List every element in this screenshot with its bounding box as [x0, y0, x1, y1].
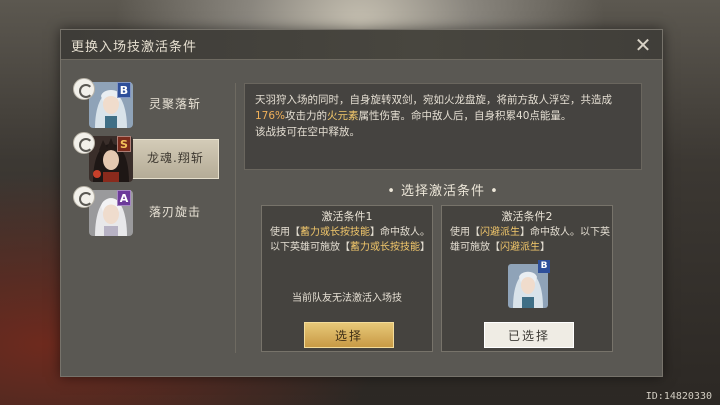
skill-label: 落刃旋击: [149, 205, 202, 219]
skill-description-box: 天羽狩入场的同时，自身旋转双剑，宛如火龙盘旋，将前方敌人浮空，共造成176%攻击…: [244, 83, 642, 170]
skill-item-1[interactable]: B 灵聚落斩: [73, 78, 221, 130]
skill-description: 天羽狩入场的同时，自身旋转双剑，宛如火龙盘旋，将前方敌人浮空，共造成176%攻击…: [255, 94, 612, 138]
element-type: 火元素: [327, 110, 359, 122]
dialog-header: 更换入场技激活条件 ✕: [61, 30, 662, 60]
damage-percent: 176%: [255, 110, 286, 122]
rank-badge-icon: A: [117, 190, 131, 206]
skill-label: 灵聚落斩: [149, 97, 202, 111]
condition-note: 当前队友无法激活入场技: [292, 293, 402, 304]
condition-card-2: 激活条件2 使用【闪避派生】命中敌人。以下英雄可施放【闪避派生】 B 已选择: [441, 205, 613, 352]
skill-item-2[interactable]: S 龙魂.翔斩: [73, 132, 221, 184]
player-id: ID:14820330: [645, 391, 712, 402]
rank-badge-icon: S: [117, 136, 131, 152]
condition-card-1: 激活条件1 使用【蓄力或长按技能】命中敌人。以下英雄可施放【蓄力或长按技能】 当…: [261, 205, 433, 352]
faction-emblem-icon: [73, 132, 95, 154]
rank-badge-icon: B: [538, 260, 550, 273]
condition-text: 使用【蓄力或长按技能】命中敌人。以下英雄可施放【蓄力或长按技能】: [270, 227, 430, 253]
condition-title: 激活条件2: [501, 210, 553, 223]
divider: [235, 83, 236, 353]
condition-text: 使用【闪避派生】命中敌人。以下英雄可施放【闪避派生】: [450, 227, 610, 253]
faction-emblem-icon: [73, 186, 95, 208]
faction-emblem-icon: [73, 78, 95, 100]
dialog-title: 更换入场技激活条件: [71, 40, 198, 55]
condition-title: 激活条件1: [321, 210, 373, 223]
select-button[interactable]: 选择: [304, 322, 394, 348]
skill-item-3[interactable]: A 落刃旋击: [73, 186, 221, 238]
skill-label: 龙魂.翔斩: [147, 151, 204, 165]
rank-badge-icon: B: [117, 82, 131, 98]
selected-button[interactable]: 已选择: [484, 322, 574, 348]
skill-condition-dialog: 更换入场技激活条件 ✕ B 灵聚落斩 S 龙魂.翔斩 A 落刃旋击 天羽狩入场的…: [60, 29, 663, 377]
close-icon[interactable]: ✕: [632, 34, 654, 56]
conditions-title: • 选择激活条件 •: [387, 184, 499, 199]
